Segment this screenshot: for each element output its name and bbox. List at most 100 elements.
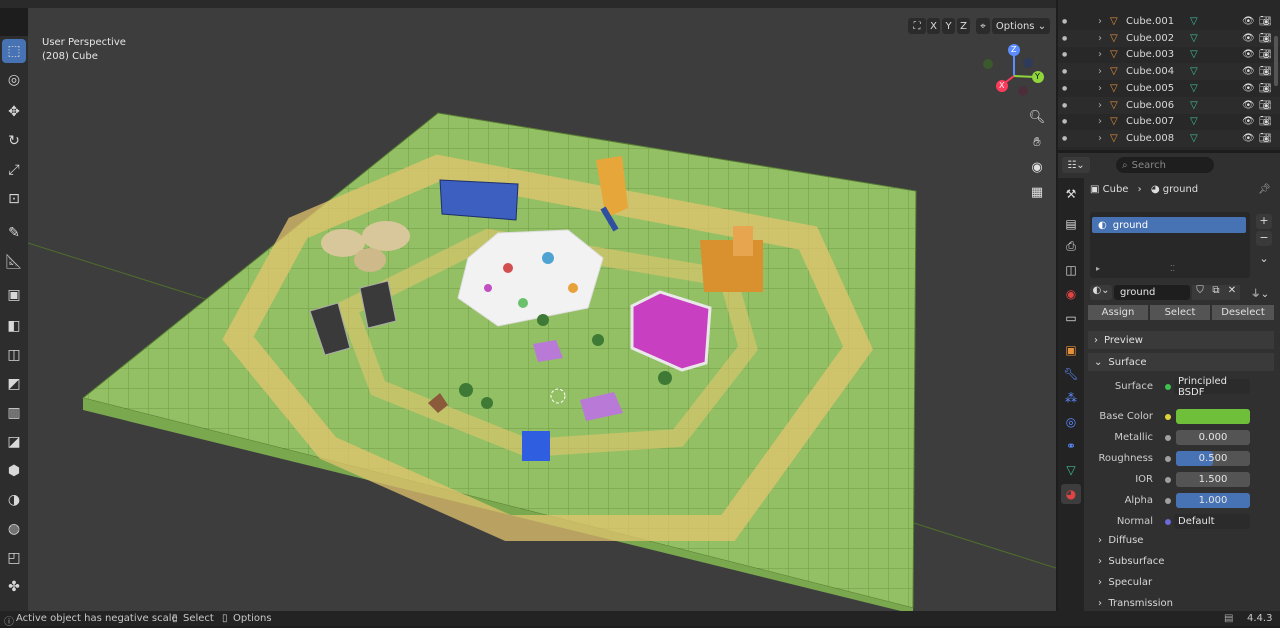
rotate-icon[interactable]: ↻ [2, 129, 26, 153]
deselect-button[interactable]: Deselect [1212, 305, 1274, 320]
mirror-x-toggle[interactable]: X [927, 18, 940, 34]
unlink-icon[interactable]: ✕ [1224, 285, 1240, 300]
expand-arrow-icon[interactable]: › [1098, 66, 1102, 77]
material-slot-item[interactable]: ◐ ground [1092, 217, 1246, 233]
particles-tab-icon[interactable]: ⁂ [1061, 388, 1081, 408]
normal-field[interactable]: Default [1174, 514, 1250, 529]
eye-icon[interactable]: 👁︎ [1242, 66, 1255, 77]
add-slot-button[interactable]: + [1256, 214, 1272, 229]
outliner-row[interactable]: ● › ▽ Cube.001 ▽ 👁︎ 📷︎ [1058, 13, 1280, 30]
mirror-z-toggle[interactable]: Z [957, 18, 970, 34]
surface-panel-header[interactable]: ⌄ Surface [1088, 353, 1274, 371]
pin-icon[interactable]: 📌︎ [1258, 184, 1271, 195]
scene-tab-icon[interactable]: ◉ [1061, 284, 1081, 304]
render-camera-icon[interactable]: 📷︎ [1259, 49, 1272, 60]
outliner-row[interactable]: ● › ▽ Cube.006 ▽ 👁︎ 📷︎ [1058, 96, 1280, 114]
poly-build-icon[interactable]: ⬢ [2, 459, 26, 483]
outliner-row[interactable]: ● › ▽ Cube.004 ▽ 👁︎ 📷︎ [1058, 63, 1280, 81]
roughness-field[interactable]: 0.500 [1176, 451, 1250, 466]
eye-icon[interactable]: 👁︎ [1242, 16, 1255, 27]
view-layer-tab-icon[interactable]: ◫ [1061, 260, 1081, 280]
select-box-icon[interactable]: ⬚ [2, 39, 26, 63]
subpanel-specular[interactable]: › Specular [1098, 577, 1152, 588]
shear-icon[interactable]: ◰ [2, 546, 26, 570]
cursor-icon[interactable]: ◎ [2, 68, 26, 92]
grid-ortho-icon[interactable]: ▦ [1026, 181, 1048, 203]
extrude-icon[interactable]: ◧ [2, 314, 26, 338]
resize-handle-icon[interactable]: ⁚⁚ [1170, 264, 1175, 273]
outliner-scrollbar[interactable] [1274, 36, 1278, 86]
data-tab-icon[interactable]: ▽ [1061, 460, 1081, 480]
node-link-icon[interactable]: ⏚⌄ [1248, 285, 1272, 300]
slot-menu-icon[interactable]: ⌄ [1256, 252, 1272, 267]
snap-icon[interactable]: ⌖ [976, 18, 990, 34]
material-tab-icon[interactable]: ◕ [1061, 484, 1081, 504]
subpanel-transmission[interactable]: › Transmission [1098, 598, 1173, 609]
zoom-icon[interactable]: 🔍︎ [1026, 106, 1048, 128]
eye-icon[interactable]: 👁︎ [1242, 83, 1255, 94]
expand-arrow-icon[interactable]: › [1098, 116, 1102, 127]
loop-cut-icon[interactable]: ▥ [2, 401, 26, 425]
rip-icon[interactable]: ✤ [2, 575, 26, 599]
assign-button[interactable]: Assign [1088, 305, 1148, 320]
metallic-field[interactable]: 0.000 [1176, 430, 1250, 445]
outliner-row[interactable]: ● › ▽ Cube.002 ▽ 👁︎ 📷︎ [1058, 29, 1280, 47]
search-field[interactable]: ⌕ Search [1116, 157, 1214, 173]
camera-icon[interactable]: ◉ [1026, 156, 1048, 178]
inset-icon[interactable]: ◫ [2, 343, 26, 367]
tool-tab-icon[interactable]: ⚒ [1061, 184, 1081, 204]
constraints-tab-icon[interactable]: ⚭ [1061, 436, 1081, 456]
options-dropdown[interactable]: Options ⌄ [992, 18, 1050, 34]
xray-toggle-icon[interactable]: ⛶ [908, 18, 926, 34]
measure-icon[interactable]: 📐︎ [2, 250, 26, 274]
expand-icon[interactable]: ▸ [1096, 264, 1100, 273]
ior-field[interactable]: 1.500 [1176, 472, 1250, 487]
expand-arrow-icon[interactable]: › [1098, 16, 1102, 27]
expand-arrow-icon[interactable]: › [1098, 83, 1102, 94]
browse-material-icon[interactable]: ◐⌄ [1090, 285, 1112, 300]
render-camera-icon[interactable]: 📷︎ [1259, 100, 1272, 111]
preview-panel-header[interactable]: › Preview [1088, 331, 1274, 349]
modifier-tab-icon[interactable]: 🔧︎ [1061, 364, 1081, 384]
subpanel-subsurface[interactable]: › Subsurface [1098, 556, 1164, 567]
base-color-swatch[interactable] [1176, 409, 1250, 424]
physics-tab-icon[interactable]: ◎ [1061, 412, 1081, 432]
render-tab-icon[interactable]: ▤ [1061, 214, 1081, 234]
render-camera-icon[interactable]: 📷︎ [1259, 33, 1272, 44]
3d-viewport[interactable]: User Perspective (208) Cube Z Y X ⛶ X Y … [28, 8, 1056, 611]
duplicate-icon[interactable]: ⧉ [1208, 285, 1224, 300]
material-name-field[interactable]: ground [1114, 285, 1190, 300]
world-tab-icon[interactable]: ▭ [1061, 308, 1081, 328]
fake-user-icon[interactable]: ⛉ [1192, 285, 1208, 300]
spin-icon[interactable]: ◑ [2, 488, 26, 512]
outliner-row[interactable]: ● › ▽ Cube.005 ▽ 👁︎ 📷︎ [1058, 80, 1280, 97]
expand-arrow-icon[interactable]: › [1098, 100, 1102, 111]
eye-icon[interactable]: 👁︎ [1242, 133, 1255, 144]
object-tab-icon[interactable]: ▣ [1061, 340, 1081, 360]
remove-slot-button[interactable]: − [1256, 231, 1272, 246]
outliner-row[interactable]: ● › ▽ Cube.007 ▽ 👁︎ 📷︎ [1058, 113, 1280, 130]
mirror-y-toggle[interactable]: Y [942, 18, 955, 34]
output-tab-icon[interactable]: ⎙ [1061, 236, 1081, 256]
eye-icon[interactable]: 👁︎ [1242, 33, 1255, 44]
smooth-icon[interactable]: ◍ [2, 517, 26, 541]
move-icon[interactable]: ✥ [2, 100, 26, 124]
surface-shader-field[interactable]: Principled BSDF [1174, 376, 1250, 398]
annotate-icon[interactable]: ✎ [2, 221, 26, 245]
pan-hand-icon[interactable]: ✋︎ [1026, 131, 1048, 153]
render-camera-icon[interactable]: 📷︎ [1259, 16, 1272, 27]
outliner-row[interactable]: ● › ▽ Cube.008 ▽ 👁︎ 📷︎ [1058, 129, 1280, 147]
eye-icon[interactable]: 👁︎ [1242, 49, 1255, 60]
knife-icon[interactable]: ◪ [2, 430, 26, 454]
transform-icon[interactable]: ⊡ [2, 187, 26, 211]
editor-type-icon[interactable]: ☷⌄ [1062, 157, 1090, 173]
render-camera-icon[interactable]: 📷︎ [1259, 66, 1272, 77]
expand-arrow-icon[interactable]: › [1098, 133, 1102, 144]
subpanel-diffuse[interactable]: › Diffuse [1098, 535, 1143, 546]
add-cube-icon[interactable]: ▣ [2, 283, 26, 307]
outliner-row[interactable]: ● › ▽ Cube.003 ▽ 👁︎ 📷︎ [1058, 46, 1280, 63]
render-camera-icon[interactable]: 📷︎ [1259, 133, 1272, 144]
scale-icon[interactable]: ⤢ [2, 158, 26, 182]
alpha-field[interactable]: 1.000 [1176, 493, 1250, 508]
render-camera-icon[interactable]: 📷︎ [1259, 83, 1272, 94]
